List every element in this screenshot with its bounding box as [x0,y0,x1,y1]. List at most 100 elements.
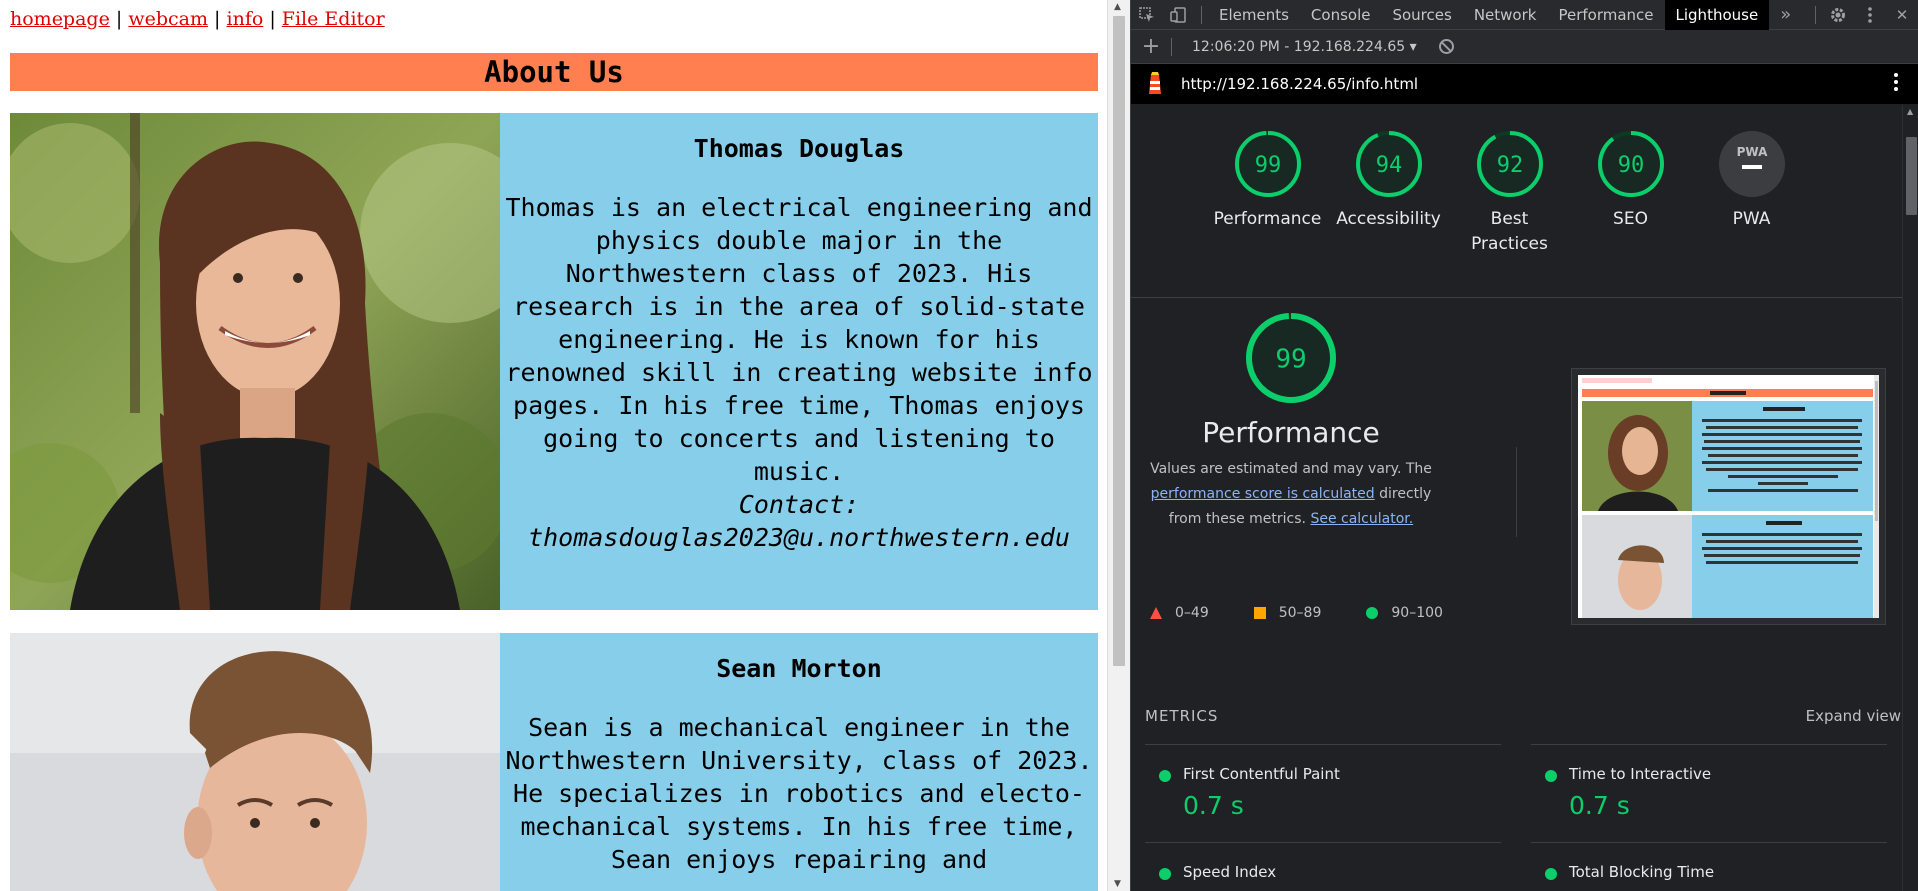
divider [1531,744,1887,745]
legend-range: 90–100 [1391,605,1443,621]
gauge-score: 99 [1254,153,1281,178]
metric-value: 0.7 s [1569,791,1630,820]
gauge-label: Accessibility [1336,209,1441,229]
metric-name: Time to Interactive [1569,765,1712,783]
triangle-icon [1150,607,1162,619]
toolbar-divider [1201,5,1202,24]
performance-gauge-large: 99 [1246,313,1336,403]
gauge-label: Best Practices [1471,209,1548,254]
page-scrollbar[interactable]: ▲ ▼ [1107,0,1130,891]
gauge-ring: 90 [1597,131,1664,197]
tab-sources[interactable]: Sources [1381,0,1462,30]
person-name: Thomas Douglas [693,134,905,163]
nav-link-file-editor[interactable]: File Editor [282,8,385,30]
lighthouse-logo-icon [1145,72,1165,96]
gauge-label: SEO [1613,209,1648,229]
nav-separator: | [269,8,276,30]
divider [1145,744,1501,745]
description-text: Values are estimated and may vary. The [1150,461,1432,477]
person-photo [10,633,500,891]
lighthouse-url-bar: http://192.168.224.65/info.html [1131,64,1918,104]
toolbar-divider [1171,37,1172,56]
divider [1516,447,1517,537]
score-legend: 0–49 50–89 90–100 [1149,605,1487,621]
page-screenshot-thumbnail[interactable] [1572,369,1885,624]
pass-dot-icon [1545,868,1557,880]
performance-description: Values are estimated and may vary. The p… [1141,457,1441,532]
expand-view-button[interactable]: Expand view [1806,707,1901,725]
caret-down-icon: ▾ [1409,38,1417,55]
see-calculator-link[interactable]: See calculator. [1310,511,1413,527]
devtools-tabbar: Elements Console Sources Network Perform… [1131,0,1918,30]
kebab-menu-icon[interactable] [1854,0,1886,30]
legend-item: 50–89 [1253,605,1322,621]
more-tabs-icon[interactable]: » [1769,0,1802,30]
legend-item: 90–100 [1365,605,1443,621]
audited-url[interactable]: http://192.168.224.65/info.html [1181,75,1418,93]
new-report-plus-icon[interactable]: + [1131,34,1171,59]
metrics-title: METRICS [1145,707,1219,725]
gauge-score: 90 [1617,153,1644,178]
gauge-ring: 92 [1476,131,1543,197]
device-toolbar-icon[interactable] [1163,0,1195,30]
gauge-score: 92 [1496,153,1523,178]
pass-dot-icon [1545,770,1557,782]
person-photo [10,113,500,610]
nav-link-homepage[interactable]: homepage [10,8,110,30]
square-icon [1253,607,1266,619]
report-select-value: 12:06:20 PM - 192.168.224.65 [1192,38,1406,55]
pwa-badge-icon [1718,131,1785,197]
person-description: Thomas is an electrical engineering and … [505,193,1093,486]
nav-separator: | [214,8,221,30]
legend-item: 0–49 [1149,605,1209,621]
settings-gear-icon[interactable] [1822,0,1854,30]
report-scrollbar[interactable]: ▲ [1902,105,1918,891]
legend-range: 50–89 [1278,605,1322,621]
metric-name: Total Blocking Time [1569,863,1715,881]
divider [1131,297,1902,298]
score-calculated-link[interactable]: performance score is calculated [1151,486,1375,502]
pass-dot-icon [1159,868,1171,880]
report-select[interactable]: 12:06:20 PM - 192.168.224.65 ▾ [1192,39,1417,55]
gauge-label: PWA [1732,209,1771,229]
scroll-up-arrow-icon[interactable]: ▲ [1907,107,1913,116]
nav-link-webcam[interactable]: webcam [128,8,208,30]
tab-network[interactable]: Network [1463,0,1548,30]
metric-name: Speed Index [1183,863,1277,881]
tab-performance[interactable]: Performance [1547,0,1664,30]
divider [1531,842,1887,843]
gauge-seo[interactable]: 90 SEO [1570,129,1691,257]
nav-separator: | [115,8,123,30]
close-icon[interactable]: ✕ [1886,0,1918,30]
inspect-element-icon[interactable] [1131,0,1163,30]
nav-link-info[interactable]: info [227,8,264,30]
person-card: Thomas Douglas Thomas is an electrical e… [10,113,1098,610]
legend-range: 0–49 [1175,605,1209,621]
lighthouse-report: 99 Performance 94 Accessibility 92 Best Pract… [1131,105,1918,891]
tab-lighthouse[interactable]: Lighthouse [1664,0,1770,30]
person-name: Sean Morton [716,654,882,683]
clear-reports-icon[interactable] [1438,39,1454,54]
gauge-accessibility[interactable]: 94 Accessibility [1328,129,1449,257]
gauge-ring: 99 [1234,131,1301,197]
pwa-dash-icon [1741,165,1762,169]
person-bio: Thomas Douglas Thomas is an electrical e… [500,113,1098,610]
scroll-thumb[interactable] [1906,137,1917,215]
gauge-ring: PWA [1718,131,1785,197]
metric-name: First Contentful Paint [1183,765,1340,783]
scroll-down-arrow-icon[interactable]: ▼ [1114,879,1121,889]
page-title: About Us [10,53,1098,91]
gauge-pwa[interactable]: PWA PWA [1691,129,1812,257]
scroll-up-arrow-icon[interactable]: ▲ [1114,2,1121,12]
metrics-header: METRICS Expand view [1145,707,1901,725]
tab-console[interactable]: Console [1300,0,1382,30]
url-menu-kebab-icon[interactable] [1894,73,1898,95]
gauge-label: Performance [1213,209,1322,229]
pass-dot-icon [1159,770,1171,782]
gauge-performance[interactable]: 99 Performance [1207,129,1328,257]
tab-elements[interactable]: Elements [1208,0,1300,30]
metric-value: 0.7 s [1183,791,1244,820]
scroll-thumb[interactable] [1113,16,1125,666]
person-card: Sean Morton Sean is a mechanical enginee… [10,633,1098,891]
gauge-best-practices[interactable]: 92 Best Practices [1449,129,1570,257]
